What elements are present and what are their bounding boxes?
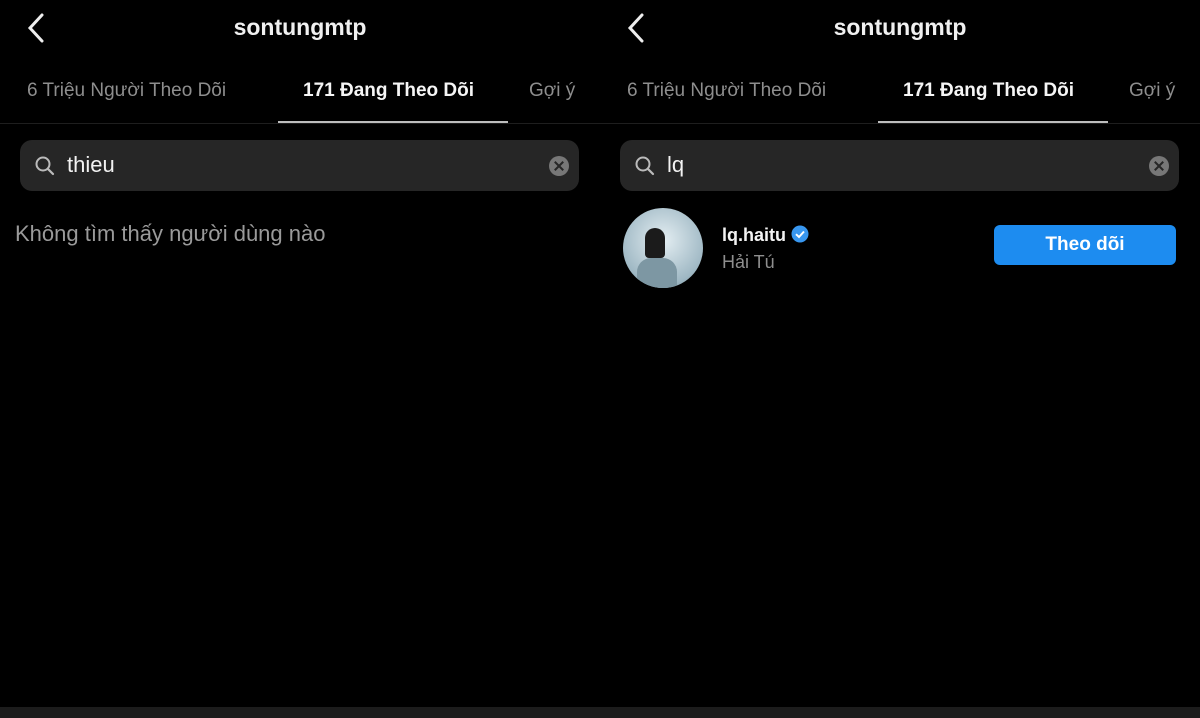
panel-no-results: sontungmtp 6 Triệu Người Theo Dõi 171 Đa… bbox=[0, 0, 600, 707]
tab-bar: 6 Triệu Người Theo Dõi 171 Đang Theo Dõi… bbox=[0, 78, 600, 124]
search-icon bbox=[635, 156, 655, 176]
active-tab-indicator bbox=[878, 121, 1108, 123]
tab-followers[interactable]: 6 Triệu Người Theo Dõi bbox=[627, 80, 826, 102]
verified-badge-icon bbox=[791, 225, 809, 243]
tab-following[interactable]: 171 Đang Theo Dõi bbox=[903, 80, 1074, 102]
clear-icon[interactable] bbox=[549, 156, 569, 176]
avatar[interactable] bbox=[623, 208, 703, 288]
full-name: Hải Tú bbox=[722, 252, 775, 272]
tab-suggestions[interactable]: Gợi ý bbox=[1129, 80, 1175, 102]
follow-button[interactable]: Theo dõi bbox=[994, 225, 1176, 265]
bottom-bar bbox=[0, 707, 1200, 718]
tab-following[interactable]: 171 Đang Theo Dõi bbox=[303, 80, 474, 102]
clear-icon[interactable] bbox=[1149, 156, 1169, 176]
active-tab-indicator bbox=[278, 121, 508, 123]
tab-suggestions[interactable]: Gợi ý bbox=[529, 80, 575, 102]
search-input[interactable]: lq bbox=[620, 140, 1179, 191]
no-results-message: Không tìm thấy người dùng nào bbox=[15, 221, 326, 246]
search-input[interactable]: thieu bbox=[20, 140, 579, 191]
search-icon bbox=[35, 156, 55, 176]
page-title: sontungmtp bbox=[233, 14, 367, 40]
panel-results: sontungmtp 6 Triệu Người Theo Dõi 171 Đa… bbox=[600, 0, 1200, 707]
username[interactable]: lq.haitu bbox=[722, 225, 809, 246]
search-query[interactable]: lq bbox=[667, 152, 684, 178]
page-title: sontungmtp bbox=[833, 14, 967, 40]
tab-bar: 6 Triệu Người Theo Dõi 171 Đang Theo Dõi… bbox=[600, 78, 1200, 124]
search-query[interactable]: thieu bbox=[67, 152, 115, 178]
username-text[interactable]: lq.haitu bbox=[722, 225, 786, 245]
tab-followers[interactable]: 6 Triệu Người Theo Dõi bbox=[27, 80, 226, 102]
